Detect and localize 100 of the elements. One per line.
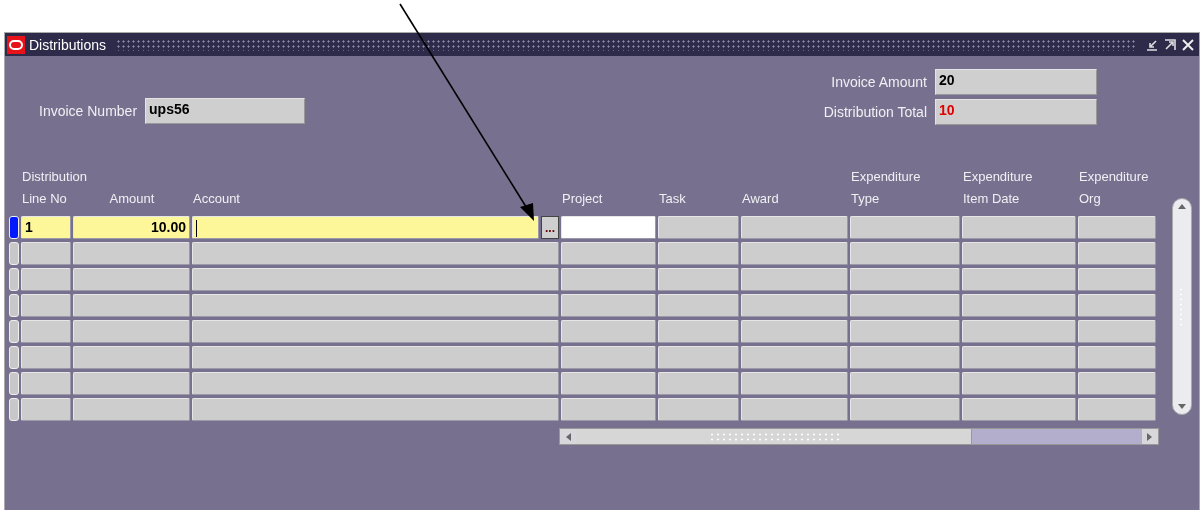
- vertical-scrollbar[interactable]: [1172, 198, 1192, 415]
- table-cell[interactable]: [192, 268, 559, 291]
- table-cell[interactable]: [73, 320, 190, 343]
- table-cell[interactable]: [21, 294, 71, 317]
- table-cell[interactable]: [658, 268, 739, 291]
- table-cell[interactable]: [741, 294, 848, 317]
- table-cell[interactable]: [658, 320, 739, 343]
- table-cell[interactable]: [21, 398, 71, 421]
- amount-field[interactable]: 20: [935, 69, 1097, 95]
- table-cell[interactable]: [741, 372, 848, 395]
- table-cell[interactable]: [850, 372, 960, 395]
- table-cell[interactable]: [73, 398, 190, 421]
- table-cell[interactable]: [561, 320, 656, 343]
- table-cell[interactable]: [962, 294, 1076, 317]
- table-cell[interactable]: [1078, 216, 1156, 239]
- table-cell[interactable]: [962, 346, 1076, 369]
- table-cell[interactable]: [850, 216, 960, 239]
- table-cell[interactable]: [741, 320, 848, 343]
- table-cell[interactable]: [21, 346, 71, 369]
- table-cell[interactable]: [192, 372, 559, 395]
- table-cell[interactable]: [21, 268, 71, 291]
- table-cell[interactable]: [741, 216, 848, 239]
- table-cell[interactable]: [658, 346, 739, 369]
- field-label: Distribution Total: [823, 104, 927, 120]
- field-label: Invoice Number: [39, 103, 138, 119]
- table-cell[interactable]: [850, 398, 960, 421]
- column-header: Expenditure Org: [1078, 168, 1149, 208]
- maximize-icon[interactable]: [1163, 37, 1177, 52]
- column-header: Project: [561, 190, 603, 208]
- table-cell[interactable]: [561, 346, 656, 369]
- table-cell[interactable]: [1078, 320, 1156, 343]
- scroll-down-icon[interactable]: [1177, 404, 1187, 410]
- table-cell[interactable]: [962, 216, 1076, 239]
- table-cell[interactable]: 1: [21, 216, 71, 239]
- table-cell[interactable]: [192, 346, 559, 369]
- column-header: Distribution Line No: [21, 168, 88, 208]
- field-label: Invoice Amount: [831, 74, 927, 90]
- table-cell[interactable]: [741, 242, 848, 265]
- table-cell[interactable]: [850, 294, 960, 317]
- table-cell[interactable]: [73, 346, 190, 369]
- table-cell[interactable]: [73, 294, 190, 317]
- table-cell[interactable]: [73, 268, 190, 291]
- minimize-icon[interactable]: [1145, 37, 1159, 52]
- table-cell[interactable]: [192, 216, 539, 239]
- table-cell[interactable]: [1078, 294, 1156, 317]
- column-header: Account: [192, 190, 240, 208]
- table-cell[interactable]: [192, 294, 559, 317]
- table-cell[interactable]: [192, 242, 559, 265]
- table-cell[interactable]: [962, 268, 1076, 291]
- table-cell[interactable]: [561, 216, 656, 239]
- table-cell[interactable]: [21, 320, 71, 343]
- table-cell[interactable]: [1078, 346, 1156, 369]
- table-cell[interactable]: [1078, 398, 1156, 421]
- table-cell[interactable]: [73, 242, 190, 265]
- table-cell[interactable]: [962, 320, 1076, 343]
- table-cell[interactable]: [192, 398, 559, 421]
- table-cell[interactable]: [21, 242, 71, 265]
- close-icon[interactable]: [1181, 37, 1195, 52]
- table-cell[interactable]: [1078, 372, 1156, 395]
- table-cell[interactable]: [658, 372, 739, 395]
- table-cell[interactable]: [741, 268, 848, 291]
- table-cell[interactable]: [658, 398, 739, 421]
- table-cell[interactable]: [962, 372, 1076, 395]
- table-cell[interactable]: [1078, 242, 1156, 265]
- invoice-number-field[interactable]: ups56: [145, 98, 306, 124]
- column-header: Amount: [108, 190, 155, 208]
- column-header: Task: [658, 190, 686, 208]
- table-cell[interactable]: [741, 398, 848, 421]
- table-cell[interactable]: [658, 216, 739, 239]
- table-cell[interactable]: [192, 320, 559, 343]
- table-cell[interactable]: [21, 372, 71, 395]
- table-cell[interactable]: [850, 268, 960, 291]
- table-cell[interactable]: 10.00: [73, 216, 190, 239]
- horizontal-scrollbar[interactable]: [559, 428, 1159, 445]
- table-cell[interactable]: [73, 372, 190, 395]
- column-header: Expenditure Item Date: [962, 168, 1033, 208]
- table-cell[interactable]: [850, 242, 960, 265]
- logo-icon: [7, 35, 25, 54]
- table-cell[interactable]: [561, 268, 656, 291]
- window-title: Distributions: [29, 36, 107, 53]
- table-cell[interactable]: [658, 242, 739, 265]
- list-of-values-button[interactable]: ...: [541, 216, 559, 239]
- scroll-up-icon[interactable]: [1177, 203, 1187, 209]
- table-cell[interactable]: [850, 346, 960, 369]
- scroll-right-icon[interactable]: [1147, 431, 1153, 442]
- table-cell[interactable]: [561, 398, 656, 421]
- scroll-left-icon[interactable]: [565, 431, 571, 442]
- table-cell[interactable]: [962, 242, 1076, 265]
- table-cell[interactable]: [741, 346, 848, 369]
- scroll-thumb[interactable]: [576, 429, 972, 444]
- table-cell[interactable]: [561, 294, 656, 317]
- table-cell[interactable]: [561, 372, 656, 395]
- table-cell[interactable]: [658, 294, 739, 317]
- table-cell[interactable]: [1078, 268, 1156, 291]
- column-header: Expenditure Type: [850, 168, 921, 208]
- table-cell[interactable]: [561, 242, 656, 265]
- column-header: Award: [741, 190, 779, 208]
- table-cell[interactable]: [962, 398, 1076, 421]
- table-cell[interactable]: [850, 320, 960, 343]
- record-indicator[interactable]: [9, 216, 19, 239]
